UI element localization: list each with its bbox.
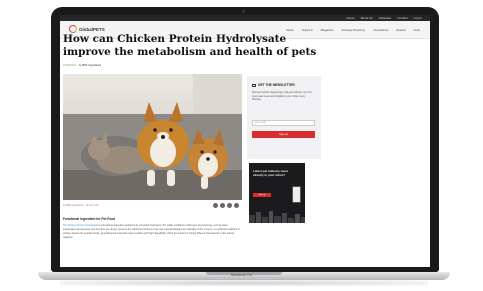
util-link-contact[interactable]: Contact bbox=[397, 16, 407, 20]
article-byline: 07/09/2024 by BRF Ingredients bbox=[63, 64, 325, 67]
newsletter-email-input[interactable]: your email bbox=[252, 120, 315, 126]
nav-item-magazine[interactable]: Magazine bbox=[321, 28, 334, 32]
newsletter-header: GET THE NEWSLETTER bbox=[252, 83, 295, 87]
site-logo[interactable]: GlobalPETS bbox=[69, 25, 105, 33]
share-twitter-icon[interactable] bbox=[220, 203, 225, 208]
laptop-frame: MacBook Pro Home About Us Advertise Cont… bbox=[0, 0, 483, 291]
camera-icon bbox=[242, 10, 245, 13]
laptop-shadow bbox=[60, 280, 428, 286]
device-label: MacBook Pro bbox=[230, 273, 252, 277]
nav-item-jobs[interactable]: Jobs bbox=[414, 28, 420, 32]
share-linkedin-icon[interactable] bbox=[227, 203, 232, 208]
nav-item-innovations[interactable]: Innovations bbox=[373, 28, 388, 32]
ad-text: Latest pet industry news directly in you… bbox=[253, 169, 289, 177]
phone-icon bbox=[292, 186, 301, 203]
share-facebook-icon[interactable] bbox=[213, 203, 218, 208]
pets-on-sofa-image bbox=[63, 74, 242, 200]
newsletter-signup-button[interactable]: Sign up bbox=[252, 131, 315, 138]
util-link-advertise[interactable]: Advertise bbox=[379, 16, 392, 20]
section-heading: Functional Ingredient for Pet Food bbox=[63, 217, 116, 221]
ad-signup-button[interactable]: Sign up bbox=[253, 193, 271, 197]
nav-item-industry-directory[interactable]: Industry Directory bbox=[342, 28, 366, 32]
article-date: 07/09/2024 bbox=[63, 64, 76, 67]
image-caption-row: by BRF Ingredients · 10 min read bbox=[63, 202, 242, 210]
util-link-about[interactable]: About Us bbox=[360, 16, 372, 20]
image-caption: by BRF Ingredients · 10 min read bbox=[63, 204, 99, 207]
newsletter-title: GET THE NEWSLETTER bbox=[258, 83, 295, 87]
nav-item-events[interactable]: Events bbox=[396, 28, 405, 32]
article-title: How can Chicken Protein Hydrolysate impr… bbox=[63, 33, 317, 58]
nav-item-topics[interactable]: Topics ▾ bbox=[302, 28, 313, 32]
newsletter-box: GET THE NEWSLETTER Discover what's happe… bbox=[247, 76, 321, 159]
util-link-home[interactable]: Home bbox=[346, 16, 354, 20]
article-header: How can Chicken Protein Hydrolysate impr… bbox=[63, 33, 325, 67]
article-author[interactable]: by BRF Ingredients bbox=[79, 64, 101, 67]
logo-text: GlobalPETS bbox=[79, 26, 105, 32]
share-icons bbox=[213, 203, 239, 208]
article-body-link[interactable]: The Chicken Protein Hydrolysate bbox=[63, 224, 98, 227]
hero-image bbox=[63, 74, 242, 200]
nav-item-news[interactable]: News bbox=[286, 28, 294, 32]
city-skyline-icon bbox=[249, 211, 305, 223]
share-email-icon[interactable] bbox=[234, 203, 239, 208]
newsletter-text: Discover what's happening in the pet ind… bbox=[252, 91, 312, 102]
logo-icon bbox=[69, 25, 77, 33]
mail-icon bbox=[252, 83, 256, 87]
util-link-login[interactable]: Log In bbox=[414, 16, 422, 20]
article-body: The Chicken Protein Hydrolysate is a fun… bbox=[63, 224, 241, 240]
newsletter-ad[interactable]: Latest pet industry news directly in you… bbox=[249, 163, 305, 223]
